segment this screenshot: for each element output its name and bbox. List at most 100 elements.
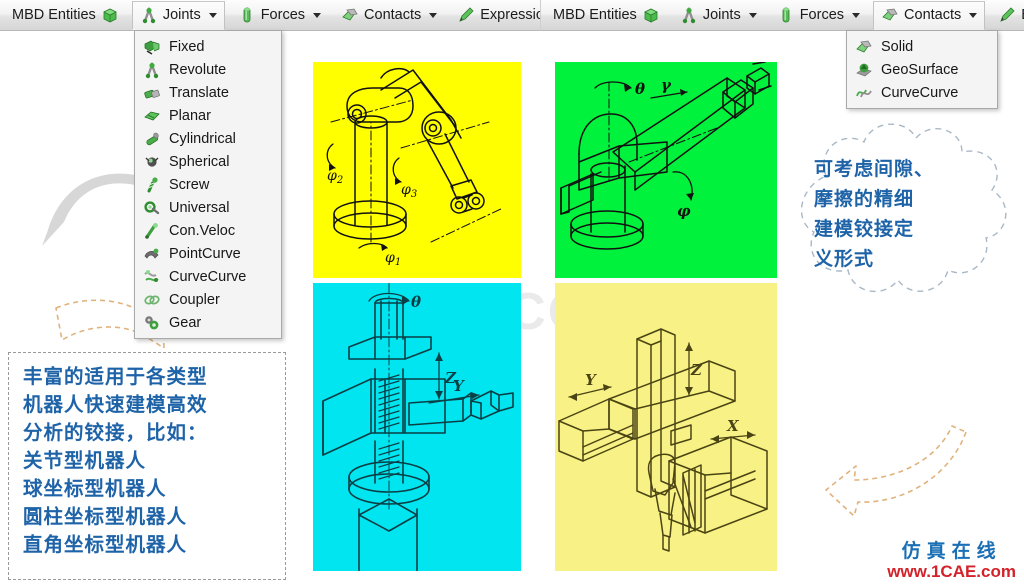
toolbar-left-item-mbd-entities[interactable]: MBD Entities (5, 1, 126, 30)
menu-item-geosurface[interactable]: GeoSurface (849, 58, 995, 81)
menu-item-gear[interactable]: Gear (137, 311, 279, 334)
menu-label: Translate (169, 84, 229, 101)
chevron-down-icon[interactable] (969, 12, 978, 18)
contact-solid-icon (882, 8, 898, 21)
chevron-down-icon[interactable] (429, 12, 438, 18)
toolbar-left-label-forces: Forces (260, 7, 306, 23)
chevron-down-icon[interactable] (313, 12, 322, 18)
expression-pen-icon (459, 7, 474, 22)
orange-dashed-arrow-right (825, 425, 967, 517)
cloud-callout: 可考虑间隙、 摩擦的精细 建模铰接定 义形式 (786, 112, 1024, 320)
menu-label: CurveCurve (881, 84, 959, 101)
panel-label-phi2: φ2 (327, 168, 343, 186)
menu-item-curvecurve[interactable]: CurveCurve (137, 265, 279, 288)
chevron-down-icon[interactable] (852, 12, 861, 18)
menu-label: Revolute (169, 61, 227, 78)
menu-label: PointCurve (169, 245, 241, 262)
toolbar-right-item-joints[interactable]: Joints (673, 1, 764, 30)
menu-item-fixed[interactable]: Fixed (137, 35, 279, 58)
toolbar-right-label-joints: Joints (702, 7, 741, 23)
joint-cylindrical-icon (146, 132, 159, 145)
joint-fixed-icon (144, 40, 160, 55)
joint-curvecurve-icon (144, 269, 159, 282)
joint-coupler-icon (144, 295, 160, 304)
green-box-icon (103, 8, 117, 23)
toolbar-left-label-joints: Joints (162, 7, 201, 23)
menu-label: Solid (881, 38, 914, 55)
articulated-robot-panel: φ1 φ2 φ3 (313, 62, 521, 278)
menu-item-revolute[interactable]: Revolute (137, 58, 279, 81)
contact-solid-icon (856, 40, 872, 52)
chevron-down-icon[interactable] (208, 12, 217, 18)
menu-item-solid[interactable]: Solid (849, 35, 995, 58)
toolbar-right-item-expressions[interactable]: Ex (991, 1, 1024, 30)
joint-revolute-icon (682, 6, 696, 24)
cloud-line: 摩擦的精细 (814, 188, 915, 210)
toolbar-left-item-joints[interactable]: Joints (131, 0, 225, 30)
menu-item-cylindrical[interactable]: Cylindrical (137, 127, 279, 150)
toolbar-left-item-forces[interactable]: Forces (231, 1, 328, 30)
menu-item-curvecurve[interactable]: CurveCurve (849, 81, 995, 104)
contact-solid-icon (342, 8, 358, 21)
joint-screw-icon (147, 176, 158, 192)
note-line: 丰富的适用于各类型 (23, 365, 208, 388)
joint-translate-icon (144, 89, 160, 98)
panel-label-phi1: φ1 (385, 250, 401, 268)
toolbar-right-item-contacts[interactable]: Contacts (873, 0, 986, 30)
note-line: 机器人快速建模高效 (23, 393, 208, 416)
menu-item-conveloc[interactable]: Con.Veloc (137, 219, 279, 242)
expression-pen-icon (1000, 7, 1015, 22)
menu-item-planar[interactable]: Planar (137, 104, 279, 127)
menu-label: Coupler (169, 291, 220, 308)
note-line: 关节型机器人 (23, 449, 147, 472)
contacts-dropdown-menu: Solid GeoSurface CurveCurve (846, 30, 998, 109)
joint-planar-icon (144, 111, 160, 120)
cylindrical-robot-panel: θ Z Y . . . . . . Y (313, 283, 521, 571)
footer-logo: 仿真在线 www.1CAE.com (887, 540, 1016, 582)
menu-label: Gear (169, 314, 202, 331)
toolbar-left-label-contacts: Contacts (364, 7, 422, 23)
joint-revolute-icon (142, 6, 156, 24)
contact-geosurface-icon (856, 63, 872, 76)
panel-label-gamma: γ (661, 76, 672, 94)
panel-label-x: X (726, 417, 740, 435)
panel-label-phi: φ (677, 202, 691, 220)
joint-universal-icon (144, 200, 160, 214)
toolbar-left-item-contacts[interactable]: Contacts (334, 1, 444, 30)
menu-label: Fixed (169, 38, 205, 55)
joint-gear-icon (145, 315, 159, 329)
toolbar-right-item-mbd-entities[interactable]: MBD Entities (546, 1, 667, 30)
cartesian-robot-panel: Z Y X (555, 283, 777, 571)
panel-label-z: Z (690, 361, 703, 379)
left-note-box: 丰富的适用于各类型 机器人快速建模高效 分析的铰接，比如： 关节型机器人 球坐标… (8, 352, 286, 580)
joint-revolute-icon (145, 60, 159, 78)
note-line: 分析的铰接，比如： (23, 421, 208, 444)
note-line: 球坐标型机器人 (23, 477, 167, 500)
force-cylinder-icon (782, 7, 790, 23)
menu-label: Screw (169, 176, 210, 193)
menu-label: CurveCurve (169, 268, 247, 285)
note-line: 直角坐标型机器人 (23, 533, 188, 556)
toolbar-right-item-forces[interactable]: Forces (770, 1, 867, 30)
cloud-line: 可考虑间隙、 (814, 158, 935, 180)
menu-item-universal[interactable]: Universal (137, 196, 279, 219)
menu-item-spherical[interactable]: Spherical (137, 150, 279, 173)
panel-label-phi3: φ3 (401, 182, 417, 200)
menu-label: Spherical (169, 153, 230, 170)
menu-item-coupler[interactable]: Coupler (137, 288, 279, 311)
menu-item-screw[interactable]: Screw (137, 173, 279, 196)
joint-spherical-icon (145, 156, 159, 167)
menu-label: Con.Veloc (169, 222, 236, 239)
menu-item-pointcurve[interactable]: PointCurve (137, 242, 279, 265)
contact-curvecurve-icon (856, 89, 872, 97)
chevron-down-icon[interactable] (748, 12, 757, 18)
footer-brand-cn: 仿真在线 (901, 540, 1002, 562)
footer-brand-url: www.1CAE.com (887, 562, 1016, 581)
panel-label-theta: θ (411, 293, 421, 311)
toolbar-right-label-contacts: Contacts (904, 7, 962, 23)
cloud-line: 建模铰接定 (814, 218, 915, 240)
menu-item-translate[interactable]: Translate (137, 81, 279, 104)
panel-label-y-visible: Y (453, 377, 465, 395)
green-box-icon (644, 8, 658, 23)
joint-pointcurve-icon (144, 248, 159, 259)
